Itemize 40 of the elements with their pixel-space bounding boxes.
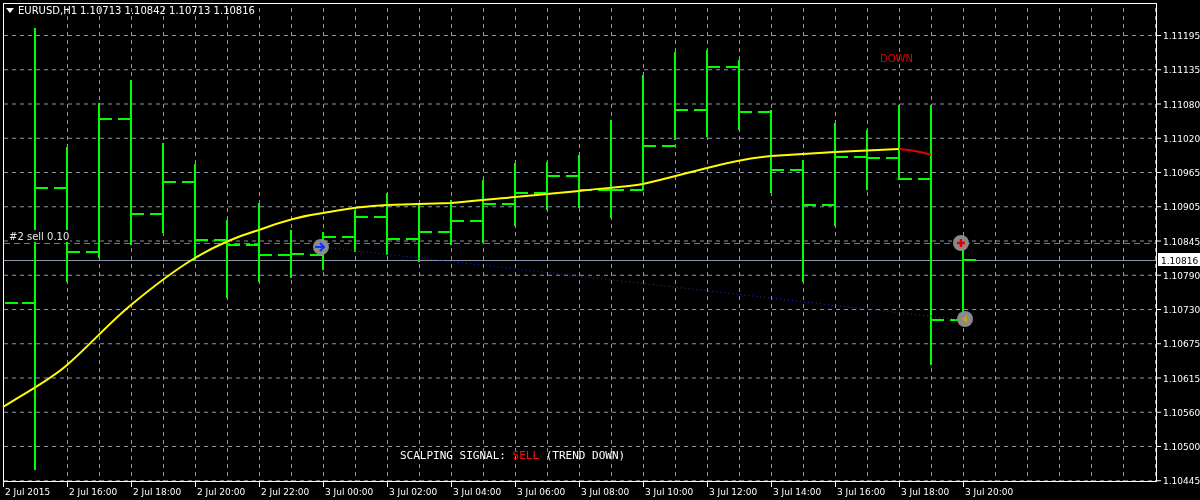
time-axis-label: 2 Jul 22:00 [261,487,310,497]
time-axis-label: 2 Jul 2015 [5,487,51,497]
dropdown-icon[interactable] [6,8,14,13]
price-axis-label: 1.10790 [1163,270,1200,281]
price-axis-label: 1.10615 [1163,373,1200,384]
current-price-tag: 1.10816 [1158,253,1200,266]
sell-marker-icon[interactable] [953,235,969,251]
moving-average-down-line [898,148,932,156]
price-axis-label: 1.11195 [1163,31,1200,41]
time-axis-label: 2 Jul 18:00 [133,487,182,497]
price-axis-label: 1.10560 [1163,407,1200,418]
price-axis-label: 1.11135 [1163,65,1200,76]
trend-label: DOWN [880,53,913,64]
price-axis-label: 1.10905 [1163,202,1200,213]
scalping-signal-text: SCALPING SIGNAL: SELL (TREND DOWN) [400,449,626,462]
price-axis-label: 1.10730 [1163,305,1200,315]
order-label: #2 sell 0.10 [9,231,70,242]
time-axis-label: 3 Jul 16:00 [837,487,886,497]
time-axis-label: 3 Jul 10:00 [645,487,694,497]
time-axis-label: 3 Jul 08:00 [581,487,630,497]
time-axis-label: 3 Jul 18:00 [901,487,950,497]
time-axis-label: 3 Jul 04:00 [453,487,502,497]
price-axis-label: 1.10845 [1163,236,1200,247]
time-axis-label: 3 Jul 12:00 [709,487,758,497]
time-axis-label: 3 Jul 00:00 [325,487,374,497]
time-axis-label: 3 Jul 02:00 [389,487,438,497]
time-axis-label: 3 Jul 06:00 [517,487,566,497]
time-axis-label: 3 Jul 20:00 [965,487,1014,497]
time-axis-label: 3 Jul 14:00 [773,487,822,497]
time-axis-label: 2 Jul 20:00 [197,487,246,497]
buy-arrow-icon[interactable] [313,239,329,255]
price-axis-label: 1.10500 [1163,442,1200,452]
time-axis-label: 2 Jul 16:00 [69,487,118,497]
price-axis-label: 1.11080 [1163,99,1200,110]
price-axis-label: 1.10675 [1163,339,1200,350]
symbol-label: EURUSD,H1 [18,5,77,16]
price-axis-label: 1.10965 [1163,168,1200,178]
quote-values: 1.10713 1.10842 1.10713 1.10816 [80,5,255,16]
price-axis-label: 1.11020 [1163,133,1200,144]
price-axis-label: 1.10445 [1163,476,1200,487]
